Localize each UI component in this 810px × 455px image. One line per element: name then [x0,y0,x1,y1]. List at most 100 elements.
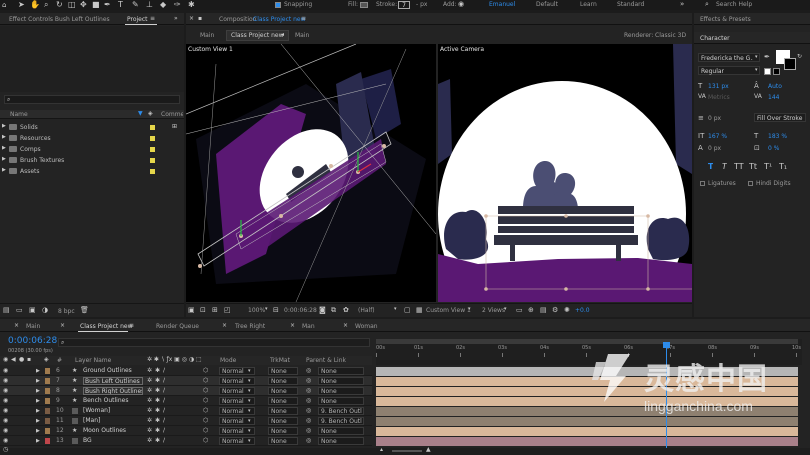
stroke-color-swatch[interactable] [784,58,796,70]
workspace-more-icon[interactable]: » [680,0,684,8]
timeline-icon[interactable]: ▤ [540,306,547,314]
font-style-dropdown[interactable]: Regular ▾ [698,66,760,75]
type-tool-icon[interactable]: T [118,0,123,9]
ligatures-checkbox[interactable] [700,181,705,186]
stroke-width-value[interactable]: 0 px [708,115,721,122]
workspace-emanuel[interactable]: Emanuel [489,1,515,8]
interpret-footage-icon[interactable]: ▤ [3,306,10,314]
flowchart-icon[interactable]: ⚙ [552,306,558,314]
breadcrumb-main[interactable]: Main [200,32,214,39]
draft3d-icon[interactable]: ▭ [516,306,523,314]
expand-arrow-icon[interactable]: ▶ [2,156,6,162]
font-family-dropdown[interactable]: Fredericka the G... ▾ [698,53,760,62]
add-icon[interactable]: ◉ [458,0,464,8]
column-parent[interactable]: Parent & Link [306,357,346,364]
label-color-swatch[interactable] [150,125,155,130]
list-item[interactable]: ▶ Solids ⊞ [0,122,184,132]
close-icon[interactable]: × [222,322,227,329]
transparency-grid-icon[interactable]: ▦ [416,306,423,314]
horizontal-scale-value[interactable]: 183 % [768,133,787,140]
panel-expand-icon[interactable]: » [174,15,178,22]
character-tab[interactable]: Character [700,35,730,42]
new-folder-icon[interactable]: ▭ [16,306,23,314]
pan-behind-tool-icon[interactable]: ✥ [80,0,87,9]
zoom-tool-icon[interactable]: ⌕ [44,0,48,10]
tab-effect-controls[interactable]: Effect Controls Bush Left Outlines [9,16,110,23]
stamp-tool-icon[interactable]: ⊥ [146,0,153,9]
close-icon[interactable]: × [14,322,19,329]
exposure-icon[interactable]: ✺ [564,306,570,314]
effects-presets-tab[interactable]: Effects & Presets [700,16,751,23]
vertical-scale-value[interactable]: 167 % [708,133,727,140]
bpc-label[interactable]: 8 bpc [58,308,75,315]
layout-dropdown[interactable]: 2 Views [482,307,505,314]
lock-icon[interactable]: ▪ [198,15,202,22]
list-item[interactable]: ▶ Assets [0,166,184,176]
font-size-value[interactable]: 131 px [708,83,729,90]
mask-visibility-icon[interactable]: ⊡ [200,306,206,314]
home-icon[interactable]: ⌂ [2,1,6,9]
tab-man[interactable]: Man [302,323,315,330]
breadcrumb-class-project[interactable]: Class Project new [226,30,289,41]
baseline-shift-value[interactable]: 0 px [708,145,721,152]
layer-duration-bar[interactable] [376,436,798,446]
tab-tree-right[interactable]: Tree Right [235,323,265,330]
stroke-type-dropdown[interactable]: Fill Over Stroke [754,113,806,122]
view-dropdown[interactable]: Custom View 1 [426,307,471,314]
render-time-icon[interactable]: ◷ [3,446,8,453]
all-caps-button[interactable]: TT [734,162,744,171]
panel-menu-icon[interactable]: ≡ [150,15,155,22]
close-icon[interactable]: × [189,15,194,22]
zoom-dropdown[interactable]: 100% [248,307,265,314]
column-name[interactable]: Name [10,111,28,118]
sort-icon[interactable]: ▼ [138,110,143,117]
label-color-swatch[interactable] [150,147,155,152]
zoom-out-icon[interactable]: ▴ [380,446,383,453]
workspace-standard[interactable]: Standard [617,1,644,8]
pen-tool-icon[interactable]: ✒ [104,0,111,9]
roto-tool-icon[interactable]: ✑ [174,0,181,9]
project-search-field[interactable]: ⌕ [4,95,180,104]
grid-icon[interactable]: ◰ [224,306,231,314]
puppet-tool-icon[interactable]: ✱ [188,0,195,9]
camera-tool-icon[interactable]: ◫ [68,0,76,9]
toggle-alpha-icon[interactable]: ⊟ [273,306,279,314]
zoom-in-icon[interactable]: ▲ [426,446,431,453]
fill-swatch[interactable] [360,2,368,8]
custom-view-viewport[interactable]: Custom View 1 [186,44,436,302]
exposure-value[interactable]: +0.0 [575,307,590,314]
list-item[interactable]: ▶ Brush Textures [0,155,184,165]
playhead-handle[interactable] [663,342,670,348]
eraser-tool-icon[interactable]: ◆ [160,0,166,9]
superscript-button[interactable]: T¹ [764,162,772,171]
swap-colors-icon[interactable]: ↻ [797,53,802,60]
always-preview-icon[interactable]: ▣ [188,306,195,314]
label-color-swatch[interactable] [150,158,155,163]
breadcrumb-main-2[interactable]: Main [295,32,309,39]
tsume-value[interactable]: 0 % [768,145,779,152]
column-trkmat[interactable]: TrkMat [270,357,290,364]
selection-tool-icon[interactable]: ➤ [18,0,25,9]
comp-timecode[interactable]: 0:00:06:28 [284,307,317,314]
small-caps-button[interactable]: Tt [749,162,757,171]
zoom-chevron-icon[interactable]: ▾ [265,306,268,312]
list-item[interactable]: ▶ Comps [0,144,184,154]
no-fill-swatch[interactable] [764,68,771,75]
expand-arrow-icon[interactable]: ▶ [2,145,6,151]
trash-icon[interactable]: 🗑 [80,306,89,314]
stroke-value[interactable]: 7 [398,1,410,9]
column-layer-name[interactable]: Layer Name [75,357,111,364]
list-item[interactable]: ▶ Resources [0,133,184,143]
panel-menu-icon[interactable]: ≡ [301,15,306,22]
label-color-swatch[interactable] [150,169,155,174]
expand-arrow-icon[interactable]: ▶ [2,134,6,140]
black-swatch[interactable] [773,68,780,75]
tab-class-project-new[interactable]: Class Project new [80,323,133,330]
close-icon[interactable]: × [290,322,295,329]
renderer-value[interactable]: Classic 3D [655,32,686,39]
tracking-value[interactable]: 144 [768,94,779,101]
tab-render-queue[interactable]: Render Queue [156,323,199,330]
search-help-input[interactable]: Search Help [716,1,806,8]
column-mode[interactable]: Mode [220,357,236,364]
timeline-search-field[interactable]: ⌕ [58,338,370,347]
